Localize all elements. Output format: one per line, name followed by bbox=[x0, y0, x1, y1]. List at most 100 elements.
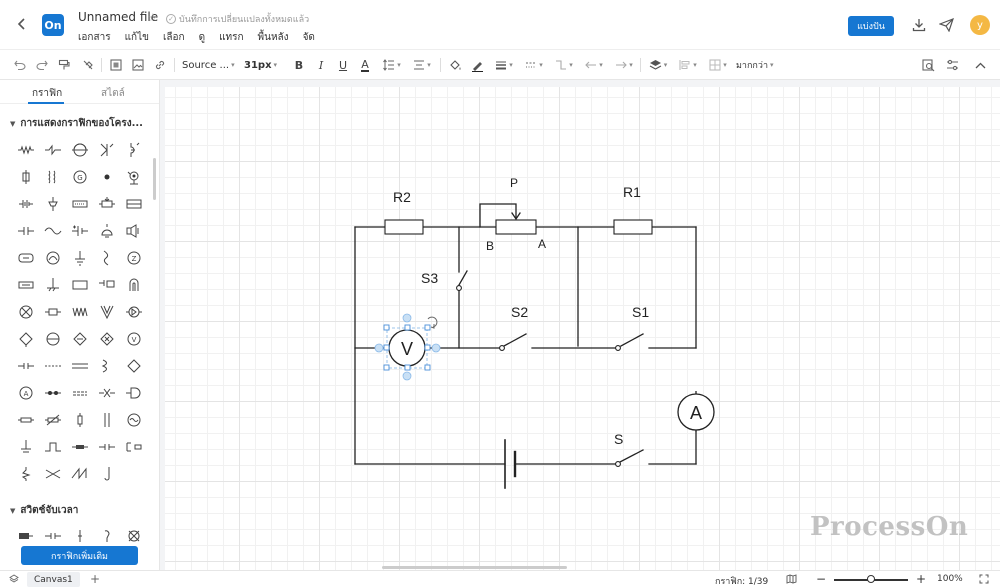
spark-gap-icon[interactable] bbox=[93, 379, 120, 406]
menu-edit[interactable]: แก้ไข bbox=[125, 30, 149, 45]
menu-document[interactable]: เอกสาร bbox=[78, 30, 111, 45]
fuse-icon[interactable] bbox=[12, 163, 39, 190]
bracket-coil-icon[interactable] bbox=[93, 352, 120, 379]
zoom-slider-knob[interactable] bbox=[867, 575, 875, 583]
meter-dial-icon[interactable] bbox=[39, 244, 66, 271]
italic-icon[interactable]: I bbox=[314, 57, 328, 73]
ground-icon[interactable] bbox=[66, 244, 93, 271]
resistor-zigzag-icon[interactable] bbox=[12, 136, 39, 163]
back-arrow-icon[interactable] bbox=[12, 14, 32, 34]
voltmeter-icon[interactable]: V bbox=[120, 325, 147, 352]
canvas-paper[interactable]: R2 R1 P B A S3 S2 S1 S V A bbox=[165, 87, 1000, 570]
zoom-in-icon[interactable]: + bbox=[916, 572, 926, 586]
more-dropdown[interactable]: มากกว่า ▾ bbox=[736, 57, 776, 73]
hook-icon[interactable] bbox=[93, 460, 120, 487]
image-icon[interactable] bbox=[130, 57, 146, 73]
twist-icon[interactable] bbox=[12, 460, 39, 487]
undo-icon[interactable] bbox=[12, 57, 28, 73]
dash-resistor-icon[interactable] bbox=[66, 433, 93, 460]
diamond-plain-icon[interactable] bbox=[120, 352, 147, 379]
start-arrow-icon[interactable]: ▾ bbox=[582, 57, 606, 73]
coil-three-icon[interactable] bbox=[39, 163, 66, 190]
clear-format-icon[interactable] bbox=[80, 57, 96, 73]
dash-pair-icon[interactable] bbox=[66, 379, 93, 406]
layers-icon[interactable] bbox=[9, 574, 19, 587]
menu-background[interactable]: พื้นหลัง bbox=[258, 30, 289, 45]
fuse-box-icon[interactable] bbox=[66, 190, 93, 217]
plug-icon[interactable] bbox=[39, 190, 66, 217]
section-time-switch[interactable]: ▼ สวิตช์จับเวลา bbox=[10, 503, 78, 518]
line-width-icon[interactable]: ▾ bbox=[492, 57, 516, 73]
timer-tick-icon[interactable] bbox=[66, 522, 93, 549]
panel-scrollbar[interactable] bbox=[153, 158, 156, 200]
battery-stack-icon[interactable] bbox=[12, 190, 39, 217]
oscillator-icon[interactable] bbox=[66, 136, 93, 163]
earth-angle-icon[interactable] bbox=[39, 271, 66, 298]
variable-resistor-icon[interactable] bbox=[39, 406, 66, 433]
antenna-icon[interactable] bbox=[120, 163, 147, 190]
section-circuit-symbols[interactable]: ▼ การแสดงกราฟิกของโครง... bbox=[10, 116, 143, 131]
circuit-diagram[interactable]: R2 R1 P B A S3 S2 S1 S V A bbox=[165, 87, 1000, 570]
polarized-cap-icon[interactable] bbox=[66, 217, 93, 244]
settings-sliders-icon[interactable] bbox=[944, 57, 960, 73]
diamond-cross-icon[interactable] bbox=[93, 325, 120, 352]
diamond-arrow-icon[interactable] bbox=[66, 325, 93, 352]
step-pulse-icon[interactable] bbox=[39, 433, 66, 460]
font-family-select[interactable]: Source ... ▾ bbox=[182, 57, 236, 73]
more-shapes-button[interactable]: กราฟิกเพิ่มเติม bbox=[21, 546, 138, 565]
d-plug-icon[interactable] bbox=[120, 379, 147, 406]
find-replace-icon[interactable] bbox=[920, 57, 936, 73]
dashed-wire-icon[interactable] bbox=[39, 352, 66, 379]
lamp-battery-icon[interactable] bbox=[12, 244, 39, 271]
collapse-toolbar-icon[interactable] bbox=[972, 57, 988, 73]
diode-switch-icon[interactable] bbox=[93, 136, 120, 163]
bell-icon[interactable] bbox=[93, 217, 120, 244]
speaker-icon[interactable] bbox=[120, 217, 147, 244]
ground-down-icon[interactable] bbox=[12, 433, 39, 460]
v-connector-icon[interactable] bbox=[93, 298, 120, 325]
double-line-icon[interactable] bbox=[66, 352, 93, 379]
relay-icon[interactable] bbox=[120, 190, 147, 217]
cap-small-icon[interactable] bbox=[12, 352, 39, 379]
style-icon[interactable] bbox=[108, 57, 124, 73]
generator-icon[interactable]: G bbox=[66, 163, 93, 190]
share-button[interactable]: แบ่งปัน bbox=[848, 16, 894, 36]
frame-bracket-icon[interactable] bbox=[120, 433, 147, 460]
star-icon[interactable]: ☆ bbox=[148, 11, 158, 24]
layers-arrange-icon[interactable]: ▾ bbox=[646, 57, 670, 73]
zener-icon[interactable]: Z bbox=[120, 244, 147, 271]
diamond-source-icon[interactable] bbox=[12, 325, 39, 352]
round-diode-icon[interactable] bbox=[120, 298, 147, 325]
file-title[interactable]: Unnamed file bbox=[78, 10, 158, 24]
ac-source-icon[interactable] bbox=[39, 217, 66, 244]
crystal-icon[interactable] bbox=[93, 271, 120, 298]
tab-graphics[interactable]: กราฟิก bbox=[32, 86, 62, 101]
bold-icon[interactable]: B bbox=[292, 57, 306, 73]
timer-star-icon[interactable] bbox=[120, 522, 147, 549]
wave-coil-icon[interactable] bbox=[66, 298, 93, 325]
tab-style[interactable]: สไตล์ bbox=[101, 86, 125, 101]
photo-resistor-icon[interactable] bbox=[39, 298, 66, 325]
line-style-icon[interactable]: ▾ bbox=[522, 57, 546, 73]
ammeter-icon[interactable]: A bbox=[12, 379, 39, 406]
font-color-icon[interactable]: A bbox=[358, 57, 372, 73]
line-color-icon[interactable] bbox=[468, 57, 486, 73]
vertical-fuse-icon[interactable] bbox=[66, 406, 93, 433]
send-icon[interactable] bbox=[938, 17, 954, 33]
ac-circle-icon[interactable] bbox=[120, 406, 147, 433]
cross-wire-icon[interactable] bbox=[39, 460, 66, 487]
avatar[interactable]: y bbox=[970, 15, 990, 35]
thin-resistor-icon[interactable] bbox=[12, 406, 39, 433]
double-bar-icon[interactable] bbox=[93, 406, 120, 433]
canvas-area[interactable]: R2 R1 P B A S3 S2 S1 S V A bbox=[160, 80, 1000, 570]
cross-lamp-icon[interactable] bbox=[12, 298, 39, 325]
add-canvas-icon[interactable]: + bbox=[90, 572, 100, 586]
rheostat-icon[interactable] bbox=[93, 190, 120, 217]
horseshoe-magnet-icon[interactable] bbox=[120, 271, 147, 298]
processon-logo[interactable]: On bbox=[42, 14, 64, 36]
connector-type-icon[interactable]: ▾ bbox=[552, 57, 576, 73]
plain-rect-icon[interactable] bbox=[66, 271, 93, 298]
canvas-tab-1[interactable]: Canvas1 bbox=[27, 572, 80, 587]
map-icon[interactable] bbox=[786, 574, 797, 587]
timer-hook-icon[interactable] bbox=[93, 522, 120, 549]
